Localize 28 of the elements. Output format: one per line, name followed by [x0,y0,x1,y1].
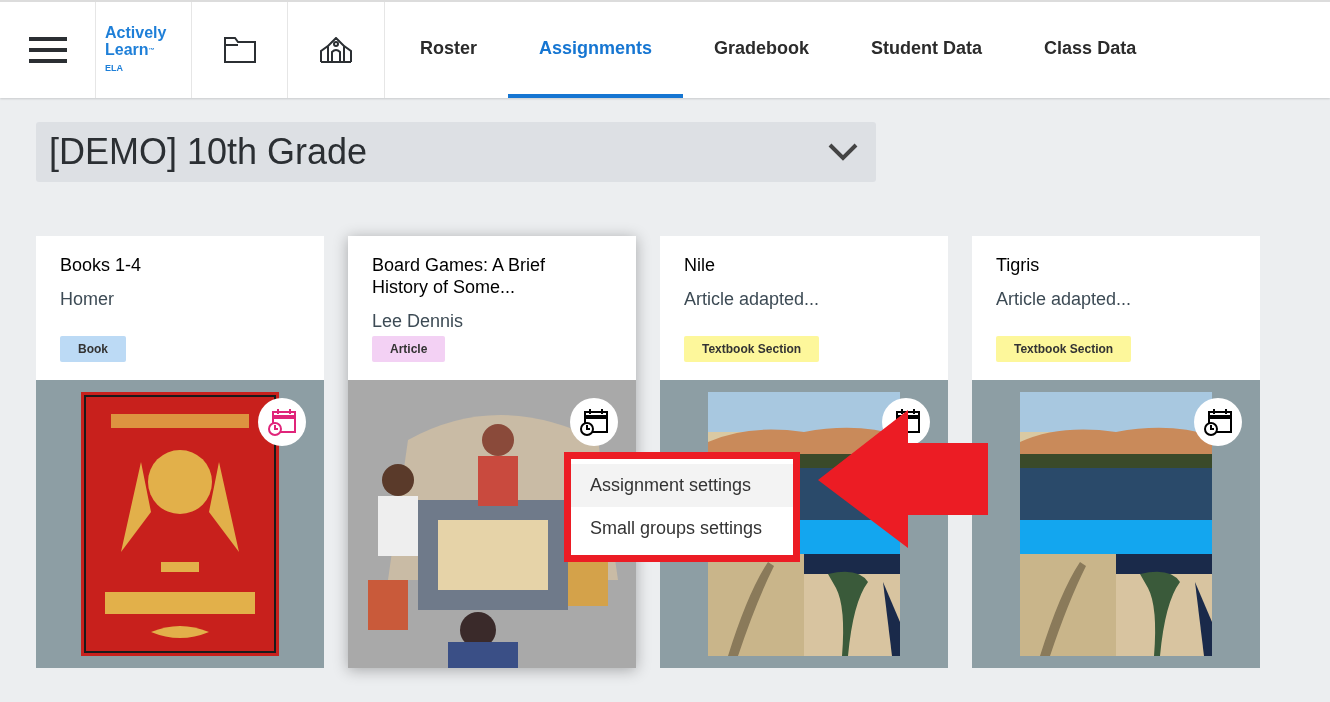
nav-tab[interactable]: Class Data [1013,2,1168,98]
author-name: Lee Dennis [372,310,465,333]
schedule-button[interactable] [1194,398,1242,446]
author-name: Article adapted... [684,288,821,311]
assignment-title: Books 1-4 [60,254,143,276]
nav-tab[interactable]: Assignments [508,2,684,98]
author-name: Article adapted... [996,288,1133,311]
nav-tab[interactable]: Gradebook [683,2,841,98]
menu-icon [28,37,67,63]
type-tag: Textbook Section [996,336,1132,362]
assignment-title: Board Games: A Brief History of Some... [372,254,547,298]
school-icon [320,37,352,63]
logo[interactable]: Actively Learn$^{™}$ ELA [96,2,192,98]
assignment-title: Tigris [996,254,1041,276]
type-tag: Textbook Section [684,336,820,362]
calendar-clock-icon[interactable] [579,407,609,437]
assignment-card[interactable]: Tigris Article adapted... Textbook Section [972,236,1260,668]
author-name: Homer [60,288,115,311]
class-dropdown[interactable]: [DEMO] 10th Grade [36,122,876,182]
type-tag: Book [60,336,126,362]
type-tag: Article [372,336,446,362]
chevron-down-icon [828,143,858,161]
assignment-title: Nile [684,254,716,276]
calendar-clock-icon[interactable] [1203,407,1233,437]
nav-tab[interactable]: Roster [389,2,508,98]
nav-tab[interactable]: Student Data [840,2,1014,98]
menu-item[interactable]: Assignment settings [571,464,793,507]
folder-icon [223,37,256,63]
